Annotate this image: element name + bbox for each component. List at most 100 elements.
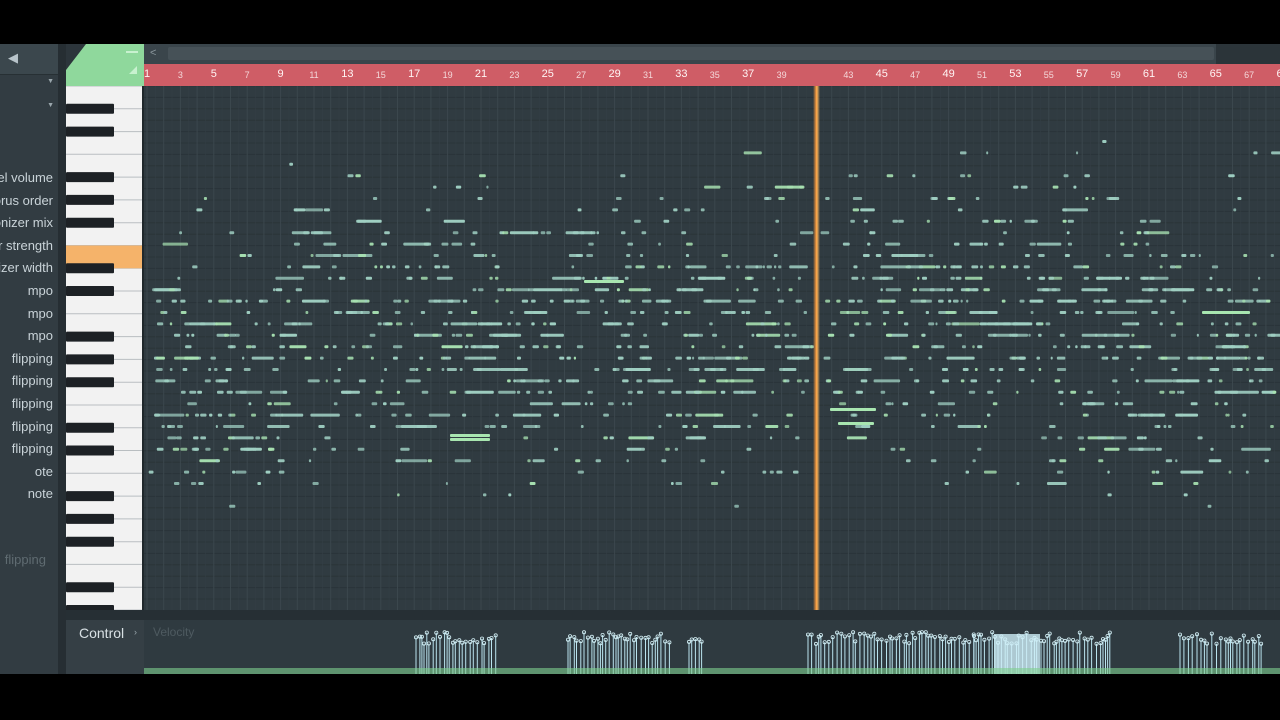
note[interactable] <box>915 379 919 383</box>
note[interactable] <box>192 265 198 269</box>
note[interactable] <box>495 265 500 269</box>
note[interactable] <box>641 231 647 235</box>
note[interactable] <box>1030 379 1035 383</box>
note[interactable] <box>548 390 552 394</box>
note[interactable] <box>1134 311 1137 314</box>
note[interactable] <box>462 413 467 417</box>
note[interactable] <box>1000 265 1006 269</box>
note[interactable] <box>1242 299 1246 303</box>
note[interactable] <box>946 356 975 360</box>
parameter-item-dimmed[interactable]: flipping <box>5 552 46 567</box>
note[interactable] <box>760 322 765 326</box>
note[interactable] <box>1062 219 1067 223</box>
note[interactable] <box>519 345 525 349</box>
note[interactable] <box>523 425 541 428</box>
note[interactable] <box>466 333 473 337</box>
note[interactable] <box>909 368 914 371</box>
note[interactable] <box>594 368 600 371</box>
note[interactable] <box>1067 345 1071 349</box>
note[interactable] <box>342 254 373 257</box>
note[interactable] <box>242 356 245 360</box>
note[interactable] <box>1247 356 1251 360</box>
note[interactable] <box>773 254 778 257</box>
note[interactable] <box>1144 379 1173 383</box>
note[interactable] <box>1240 425 1244 428</box>
note[interactable] <box>683 311 691 314</box>
note[interactable] <box>215 425 218 428</box>
note[interactable] <box>1066 231 1070 235</box>
note[interactable] <box>156 368 163 371</box>
black-key[interactable] <box>66 217 114 228</box>
note[interactable] <box>1177 390 1180 394</box>
note[interactable] <box>717 276 723 280</box>
note[interactable] <box>689 265 707 269</box>
note[interactable] <box>337 368 341 371</box>
note[interactable] <box>421 390 429 394</box>
note[interactable] <box>441 242 449 246</box>
note[interactable] <box>484 356 487 360</box>
note[interactable] <box>627 390 633 394</box>
note[interactable] <box>698 379 706 383</box>
note[interactable] <box>912 288 917 292</box>
note[interactable] <box>515 379 539 383</box>
parameter-item[interactable]: flipping <box>0 393 53 416</box>
note[interactable] <box>658 242 661 246</box>
note[interactable] <box>395 459 402 463</box>
note[interactable] <box>764 197 769 200</box>
note[interactable] <box>994 219 1001 223</box>
note[interactable] <box>1067 219 1074 223</box>
note[interactable] <box>948 299 952 303</box>
note[interactable] <box>909 254 926 257</box>
note[interactable] <box>746 185 753 189</box>
note[interactable] <box>944 482 949 485</box>
note[interactable] <box>1209 276 1213 280</box>
note[interactable] <box>433 185 437 189</box>
note[interactable] <box>782 379 787 383</box>
note[interactable] <box>478 288 484 292</box>
note[interactable] <box>825 299 831 303</box>
parameter-item[interactable]: flipping <box>0 416 53 439</box>
note[interactable] <box>957 208 963 212</box>
note[interactable] <box>1207 504 1212 508</box>
note[interactable] <box>1165 459 1173 463</box>
note[interactable] <box>827 333 835 337</box>
note[interactable] <box>397 493 400 497</box>
note[interactable] <box>418 265 422 269</box>
note[interactable] <box>169 322 173 326</box>
note[interactable] <box>271 333 275 337</box>
note[interactable] <box>235 299 242 303</box>
note[interactable] <box>287 265 291 269</box>
note[interactable] <box>182 368 188 371</box>
note[interactable] <box>1084 174 1090 178</box>
note[interactable] <box>229 333 236 337</box>
note[interactable] <box>312 482 319 485</box>
note[interactable] <box>1147 231 1170 235</box>
note[interactable] <box>830 408 876 411</box>
note[interactable] <box>381 242 387 246</box>
note[interactable] <box>1241 447 1271 451</box>
note[interactable] <box>930 459 937 463</box>
note[interactable] <box>691 345 695 349</box>
note[interactable] <box>544 379 550 383</box>
note[interactable] <box>1193 482 1199 485</box>
note[interactable] <box>745 311 751 314</box>
note[interactable] <box>736 288 739 292</box>
note[interactable] <box>1182 299 1187 303</box>
note[interactable] <box>1261 368 1267 371</box>
note[interactable] <box>215 322 232 326</box>
note[interactable] <box>184 470 190 474</box>
note[interactable] <box>978 311 983 314</box>
note[interactable] <box>721 345 726 349</box>
note[interactable] <box>689 436 706 440</box>
note[interactable] <box>777 299 784 303</box>
note[interactable] <box>392 265 396 269</box>
note[interactable] <box>1164 288 1167 292</box>
note[interactable] <box>1101 356 1109 360</box>
note[interactable] <box>1173 368 1177 371</box>
piano-keyboard[interactable] <box>66 86 142 610</box>
note[interactable] <box>480 322 503 326</box>
note[interactable] <box>700 208 705 212</box>
speaker-icon[interactable]: ◀ <box>8 50 18 66</box>
note[interactable] <box>657 265 665 269</box>
note[interactable] <box>174 482 180 485</box>
